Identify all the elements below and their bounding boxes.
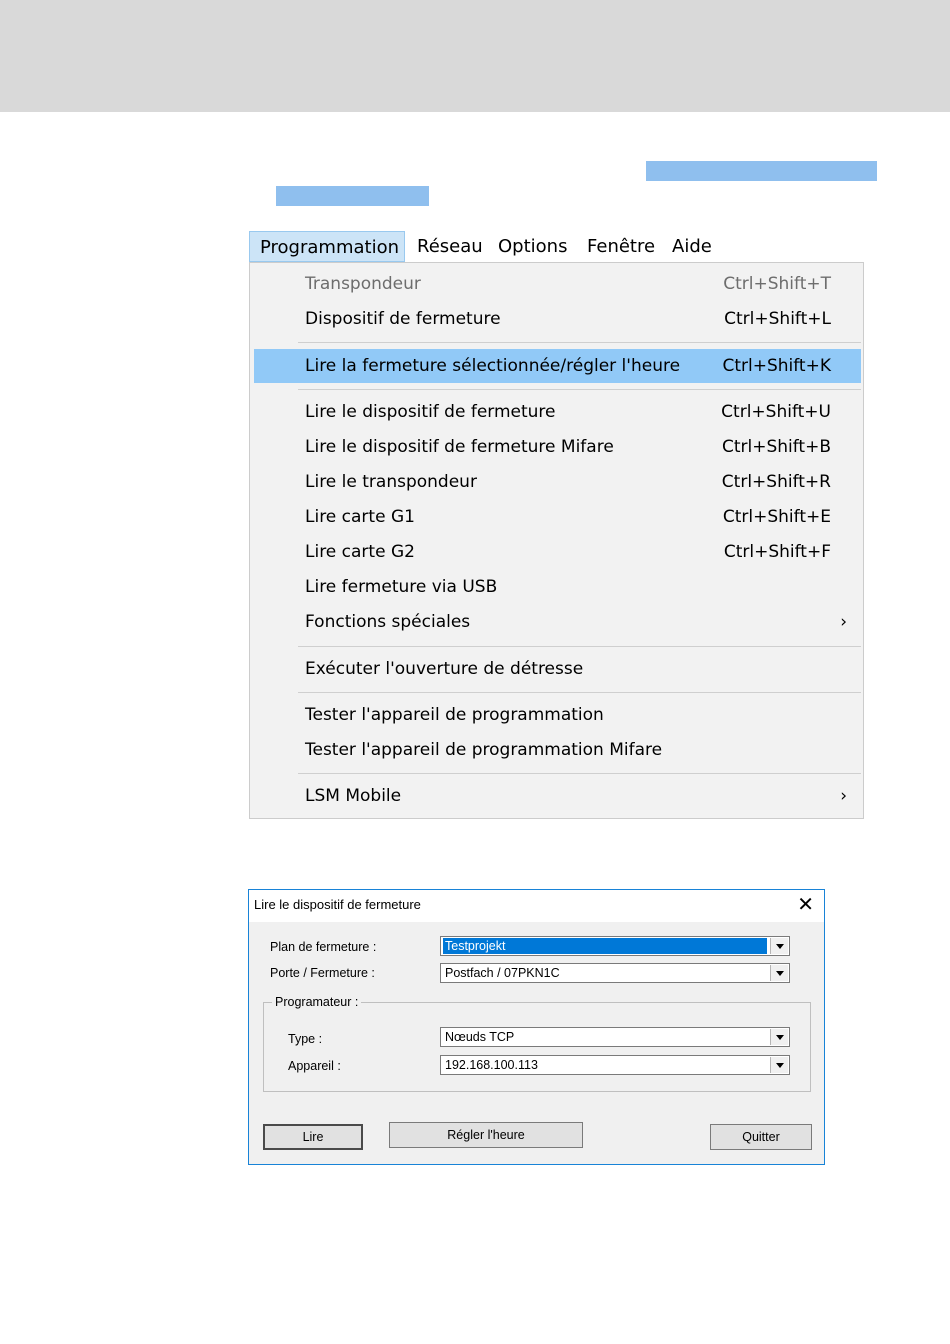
menu-item-label: Tester l'appareil de programmation Mifar… [305, 740, 663, 760]
read-locking-device-dialog: Lire le dispositif de fermeture ✕ Plan d… [248, 889, 825, 1165]
menu-aide[interactable]: Aide [672, 231, 712, 262]
menu-item-label: Lire fermeture via USB [305, 577, 498, 597]
menu-item-shortcut: Ctrl+Shift+F [723, 542, 831, 562]
menu-separator [298, 773, 861, 774]
menu-item-label: Lire la fermeture sélectionnée/régler l'… [305, 356, 681, 376]
dialog-title: Lire le dispositif de fermeture [254, 897, 421, 912]
device-select[interactable]: 192.168.100.113 [440, 1055, 790, 1075]
menu-item-lire-transpondeur[interactable]: Lire le transpondeur Ctrl+Shift+R [254, 465, 861, 499]
menu-item-shortcut: Ctrl+Shift+B [721, 437, 831, 457]
chevron-down-icon[interactable] [770, 1057, 788, 1073]
page-header-band [0, 0, 950, 112]
menu-item-shortcut: Ctrl+Shift+E [722, 507, 831, 527]
menu-item-transpondeur[interactable]: Transpondeur Ctrl+Shift+T [254, 267, 861, 301]
programmer-group: Programateur : [263, 995, 811, 1092]
menu-item-shortcut: Ctrl+Shift+R [721, 472, 831, 492]
chevron-down-icon[interactable] [770, 1029, 788, 1045]
menu-item-lire-carte-g2[interactable]: Lire carte G2 Ctrl+Shift+F [254, 535, 861, 569]
menu-item-shortcut: Ctrl+Shift+K [722, 356, 831, 376]
door-select[interactable]: Postfach / 07PKN1C [440, 963, 790, 983]
type-select[interactable]: Nœuds TCP [440, 1027, 790, 1047]
menu-bar: Programmation Réseau Options Fenêtre Aid… [249, 231, 864, 262]
highlight-bar-2 [276, 186, 429, 206]
chevron-right-icon: › [840, 612, 847, 632]
menu-item-label: Lire carte G2 [305, 542, 415, 562]
close-icon[interactable]: ✕ [797, 892, 814, 918]
type-select-value: Nœuds TCP [445, 1030, 515, 1044]
menu-item-label: Fonctions spéciales [305, 612, 471, 632]
type-label: Type : [288, 1032, 323, 1046]
menu-item-ouverture-detresse[interactable]: Exécuter l'ouverture de détresse [254, 652, 861, 686]
menu-reseau[interactable]: Réseau [417, 231, 483, 262]
menu-options[interactable]: Options [498, 231, 567, 262]
set-time-button[interactable]: Régler l'heure [389, 1122, 583, 1148]
chevron-down-icon[interactable] [770, 938, 788, 954]
menu-item-lire-dispositif-mifare[interactable]: Lire le dispositif de fermeture Mifare C… [254, 430, 861, 464]
menu-separator [298, 646, 861, 647]
menu-item-label: LSM Mobile [305, 786, 402, 806]
plan-label: Plan de fermeture : [270, 940, 377, 954]
menu-separator [298, 692, 861, 693]
group-label: Programateur : [272, 995, 362, 1009]
menu-item-lire-dispositif[interactable]: Lire le dispositif de fermeture Ctrl+Shi… [254, 395, 861, 429]
quit-button[interactable]: Quitter [710, 1124, 812, 1150]
menu-separator [298, 342, 861, 343]
door-select-value: Postfach / 07PKN1C [445, 966, 560, 980]
menu-item-label: Lire le transpondeur [305, 472, 477, 492]
menu-item-tester-appareil[interactable]: Tester l'appareil de programmation [254, 698, 861, 732]
menu-fenetre[interactable]: Fenêtre [587, 231, 655, 262]
menu-item-fonctions-speciales[interactable]: Fonctions spéciales › [254, 605, 861, 639]
device-select-value: 192.168.100.113 [445, 1058, 538, 1072]
menu-item-lire-carte-g1[interactable]: Lire carte G1 Ctrl+Shift+E [254, 500, 861, 534]
menu-item-label: Exécuter l'ouverture de détresse [305, 659, 584, 679]
menu-item-lsm-mobile[interactable]: LSM Mobile › [254, 779, 861, 813]
menu-item-dispositif-fermeture[interactable]: Dispositif de fermeture Ctrl+Shift+L [254, 302, 861, 336]
read-button[interactable]: Lire [263, 1124, 363, 1150]
plan-select-value: Testprojekt [443, 938, 767, 954]
menu-item-label: Lire carte G1 [305, 507, 415, 527]
menu-item-tester-appareil-mifare[interactable]: Tester l'appareil de programmation Mifar… [254, 733, 861, 767]
highlight-bar-1 [646, 161, 877, 181]
menu-item-label: Tester l'appareil de programmation [305, 705, 604, 725]
menu-item-label: Lire le dispositif de fermeture Mifare [305, 437, 614, 457]
menu-programmation[interactable]: Programmation [249, 231, 405, 262]
menu-item-shortcut: Ctrl+Shift+L [724, 309, 831, 329]
programmation-dropdown: Transpondeur Ctrl+Shift+T Dispositif de … [249, 262, 864, 819]
device-label: Appareil : [288, 1059, 341, 1073]
menu-item-label: Dispositif de fermeture [305, 309, 501, 329]
door-label: Porte / Fermeture : [270, 966, 375, 980]
chevron-down-icon[interactable] [770, 965, 788, 981]
menu-separator [298, 389, 861, 390]
dialog-title-bar: Lire le dispositif de fermeture ✕ [249, 890, 824, 922]
plan-select[interactable]: Testprojekt [440, 936, 790, 956]
menu-item-lire-fermeture-selectionnee[interactable]: Lire la fermeture sélectionnée/régler l'… [254, 349, 861, 383]
menu-item-shortcut: Ctrl+Shift+U [721, 402, 831, 422]
chevron-right-icon: › [840, 786, 847, 806]
menu-item-shortcut: Ctrl+Shift+T [723, 274, 831, 294]
menu-item-label: Transpondeur [305, 274, 421, 294]
menu-item-label: Lire le dispositif de fermeture [305, 402, 556, 422]
menu-item-lire-fermeture-usb[interactable]: Lire fermeture via USB [254, 570, 861, 604]
